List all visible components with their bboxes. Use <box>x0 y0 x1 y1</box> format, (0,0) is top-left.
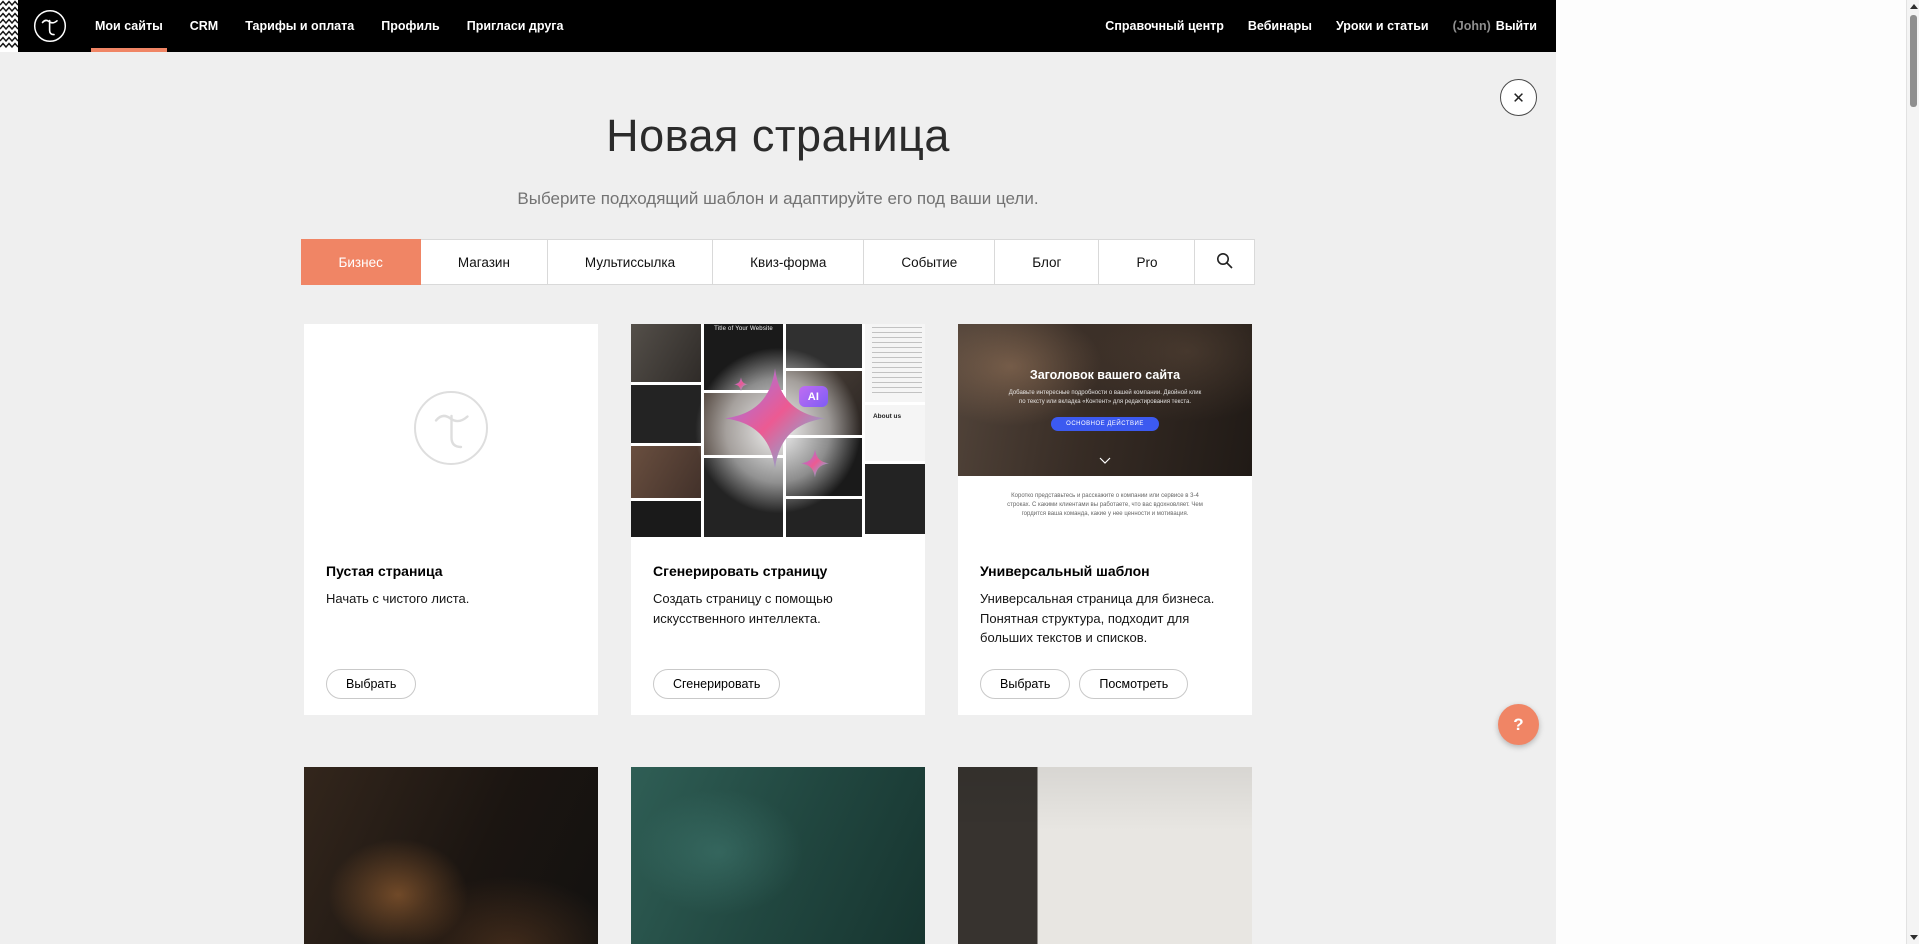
template-body-section: Коротко представьтесь и расскажите о ком… <box>958 476 1252 537</box>
logout-link[interactable]: Выйти <box>1496 0 1537 52</box>
template-card[interactable] <box>631 767 925 944</box>
blank-preview <box>304 324 598 537</box>
close-button[interactable]: ✕ <box>1500 79 1537 116</box>
tab-multilink[interactable]: Мультиссылка <box>547 239 713 285</box>
template-preview-image <box>958 767 1252 944</box>
ai-sparkle-icon <box>703 350 853 505</box>
card-description: Универсальная страница для бизнеса. Поня… <box>980 589 1230 648</box>
nav-webinars[interactable]: Вебинары <box>1248 0 1312 52</box>
nav-profile[interactable]: Профиль <box>381 0 440 52</box>
template-preview-image <box>304 767 598 944</box>
template-grid-row-2 <box>304 767 1252 944</box>
primary-nav: Мои сайты CRM Тарифы и оплата Профиль Пр… <box>95 0 563 52</box>
nav-lessons[interactable]: Уроки и статьи <box>1336 0 1429 52</box>
template-preview: Заголовок вашего сайта Добавьте интересн… <box>958 324 1252 537</box>
chevron-down-icon <box>1099 451 1111 469</box>
tilda-logo-icon[interactable] <box>33 9 67 43</box>
user-area: (John) Выйти <box>1453 0 1537 52</box>
nav-help-center[interactable]: Справочный центр <box>1105 0 1224 52</box>
new-page-dialog: Новая страница Выберите подходящий шабло… <box>0 0 1556 944</box>
template-preview-image <box>631 767 925 944</box>
scroll-down-arrow[interactable] <box>1907 931 1919 944</box>
nav-my-sites[interactable]: Мои сайты <box>95 0 163 52</box>
tab-quiz-form[interactable]: Квиз-форма <box>712 239 864 285</box>
card-title: Пустая страница <box>326 563 576 579</box>
tab-event[interactable]: Событие <box>863 239 995 285</box>
template-hero-title: Заголовок вашего сайта <box>1030 368 1180 382</box>
user-name: (John) <box>1453 19 1491 33</box>
template-card-blank: Пустая страница Начать с чистого листа. … <box>304 324 598 715</box>
card-title: Универсальный шаблон <box>980 563 1230 579</box>
template-category-tabs: Бизнес Магазин Мультиссылка Квиз-форма С… <box>301 239 1256 285</box>
scroll-up-arrow[interactable] <box>1907 0 1919 13</box>
select-button[interactable]: Выбрать <box>980 669 1070 699</box>
card-actions: Выбрать <box>326 669 416 699</box>
template-hero: Заголовок вашего сайта Добавьте интересн… <box>958 324 1252 476</box>
ai-preview: Title of Your Website <box>631 324 925 537</box>
card-description: Создать страницу с помощью искусственног… <box>653 589 903 628</box>
preview-button[interactable]: Посмотреть <box>1079 669 1188 699</box>
card-title: Сгенерировать страницу <box>653 563 903 579</box>
template-card-ai: Title of Your Website <box>631 324 925 715</box>
right-background <box>1556 0 1919 944</box>
select-button[interactable]: Выбрать <box>326 669 416 699</box>
template-hero-text: Добавьте интересные подробности о вашей … <box>1007 389 1203 406</box>
template-body-text: Коротко представьтесь и расскажите о ком… <box>999 476 1211 537</box>
nav-invite-friend[interactable]: Пригласи друга <box>467 0 564 52</box>
nav-crm[interactable]: CRM <box>190 0 218 52</box>
scrollbar[interactable] <box>1906 0 1919 944</box>
template-card[interactable] <box>958 767 1252 944</box>
template-hero-button: Основное действие <box>1051 417 1159 431</box>
tilda-watermark-icon <box>413 390 489 471</box>
generate-button[interactable]: Сгенерировать <box>653 669 780 699</box>
search-tab[interactable] <box>1194 239 1255 285</box>
tilda-app: Мои сайты CRM Тарифы и оплата Профиль Пр… <box>0 0 1556 944</box>
secondary-nav: Справочный центр Вебинары Уроки и статьи… <box>1105 0 1537 52</box>
card-actions: Сгенерировать <box>653 669 780 699</box>
card-body: Универсальный шаблон Универсальная стран… <box>958 537 1252 715</box>
tilda-zigzag-pattern-icon <box>0 0 18 52</box>
nav-tariffs[interactable]: Тарифы и оплата <box>245 0 354 52</box>
page-subtitle: Выберите подходящий шаблон и адаптируйте… <box>0 189 1556 209</box>
template-grid: Пустая страница Начать с чистого листа. … <box>304 324 1252 715</box>
template-card[interactable] <box>304 767 598 944</box>
template-card-universal: Заголовок вашего сайта Добавьте интересн… <box>958 324 1252 715</box>
ai-badge: AI <box>799 386 828 407</box>
tab-store[interactable]: Магазин <box>420 239 548 285</box>
card-description: Начать с чистого листа. <box>326 589 576 609</box>
screen: Мои сайты CRM Тарифы и оплата Профиль Пр… <box>0 0 1919 944</box>
help-button[interactable]: ? <box>1498 704 1539 745</box>
page-title: Новая страница <box>0 112 1556 159</box>
scrollbar-thumb[interactable] <box>1910 15 1917 107</box>
search-icon <box>1216 252 1233 272</box>
tab-blog[interactable]: Блог <box>994 239 1099 285</box>
top-navigation-bar: Мои сайты CRM Тарифы и оплата Профиль Пр… <box>0 0 1556 52</box>
card-body: Сгенерировать страницу Создать страницу … <box>631 537 925 715</box>
tab-pro[interactable]: Pro <box>1098 239 1195 285</box>
card-actions: Выбрать Посмотреть <box>980 669 1188 699</box>
card-body: Пустая страница Начать с чистого листа. … <box>304 537 598 715</box>
tab-business[interactable]: Бизнес <box>301 239 421 285</box>
